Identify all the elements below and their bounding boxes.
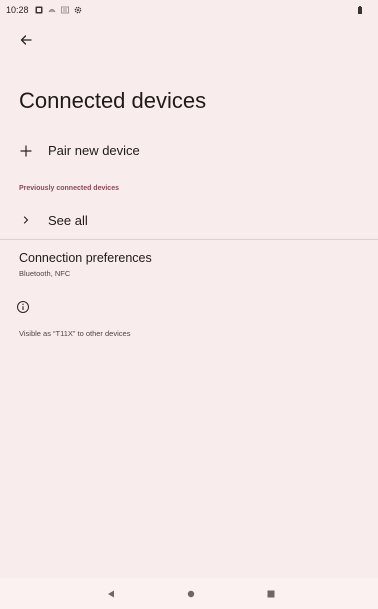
- previously-connected-header: Previously connected devices: [19, 185, 119, 192]
- back-button[interactable]: [12, 28, 40, 52]
- settings-icon: [74, 6, 81, 14]
- chevron-right-icon: [16, 210, 36, 230]
- status-bar: 10:28: [0, 0, 378, 20]
- visibility-text: Visible as “T11X” to other devices: [19, 329, 131, 338]
- pair-new-device-label: Pair new device: [48, 143, 140, 158]
- vibrate-icon: [48, 9, 55, 13]
- navigation-bar: [0, 578, 378, 609]
- see-all-label: See all: [48, 213, 88, 228]
- battery-icon: [358, 6, 362, 14]
- divider: [0, 239, 378, 240]
- page-title: Connected devices: [19, 88, 207, 113]
- back-arrow-icon: [20, 35, 32, 45]
- nav-recents-icon: [267, 590, 275, 598]
- nav-back-icon: [108, 590, 114, 598]
- nav-back-button[interactable]: [103, 586, 119, 602]
- status-icons: [35, 6, 82, 14]
- nav-recents-button[interactable]: [263, 586, 279, 602]
- info-icon: [17, 301, 29, 313]
- connection-preferences-row[interactable]: Connection preferences Bluetooth, NFC: [0, 244, 378, 284]
- see-all-row[interactable]: See all: [0, 208, 378, 232]
- connection-preferences-summary: Bluetooth, NFC: [19, 269, 71, 278]
- status-time: 10:28: [6, 5, 29, 15]
- notification-icon: [35, 6, 43, 14]
- plus-icon: [16, 141, 36, 161]
- nav-home-icon: [187, 590, 195, 598]
- nav-home-button[interactable]: [183, 586, 199, 602]
- sim-icon: [60, 6, 69, 14]
- pair-new-device-row[interactable]: Pair new device: [0, 139, 378, 163]
- connection-preferences-title: Connection preferences: [19, 251, 152, 265]
